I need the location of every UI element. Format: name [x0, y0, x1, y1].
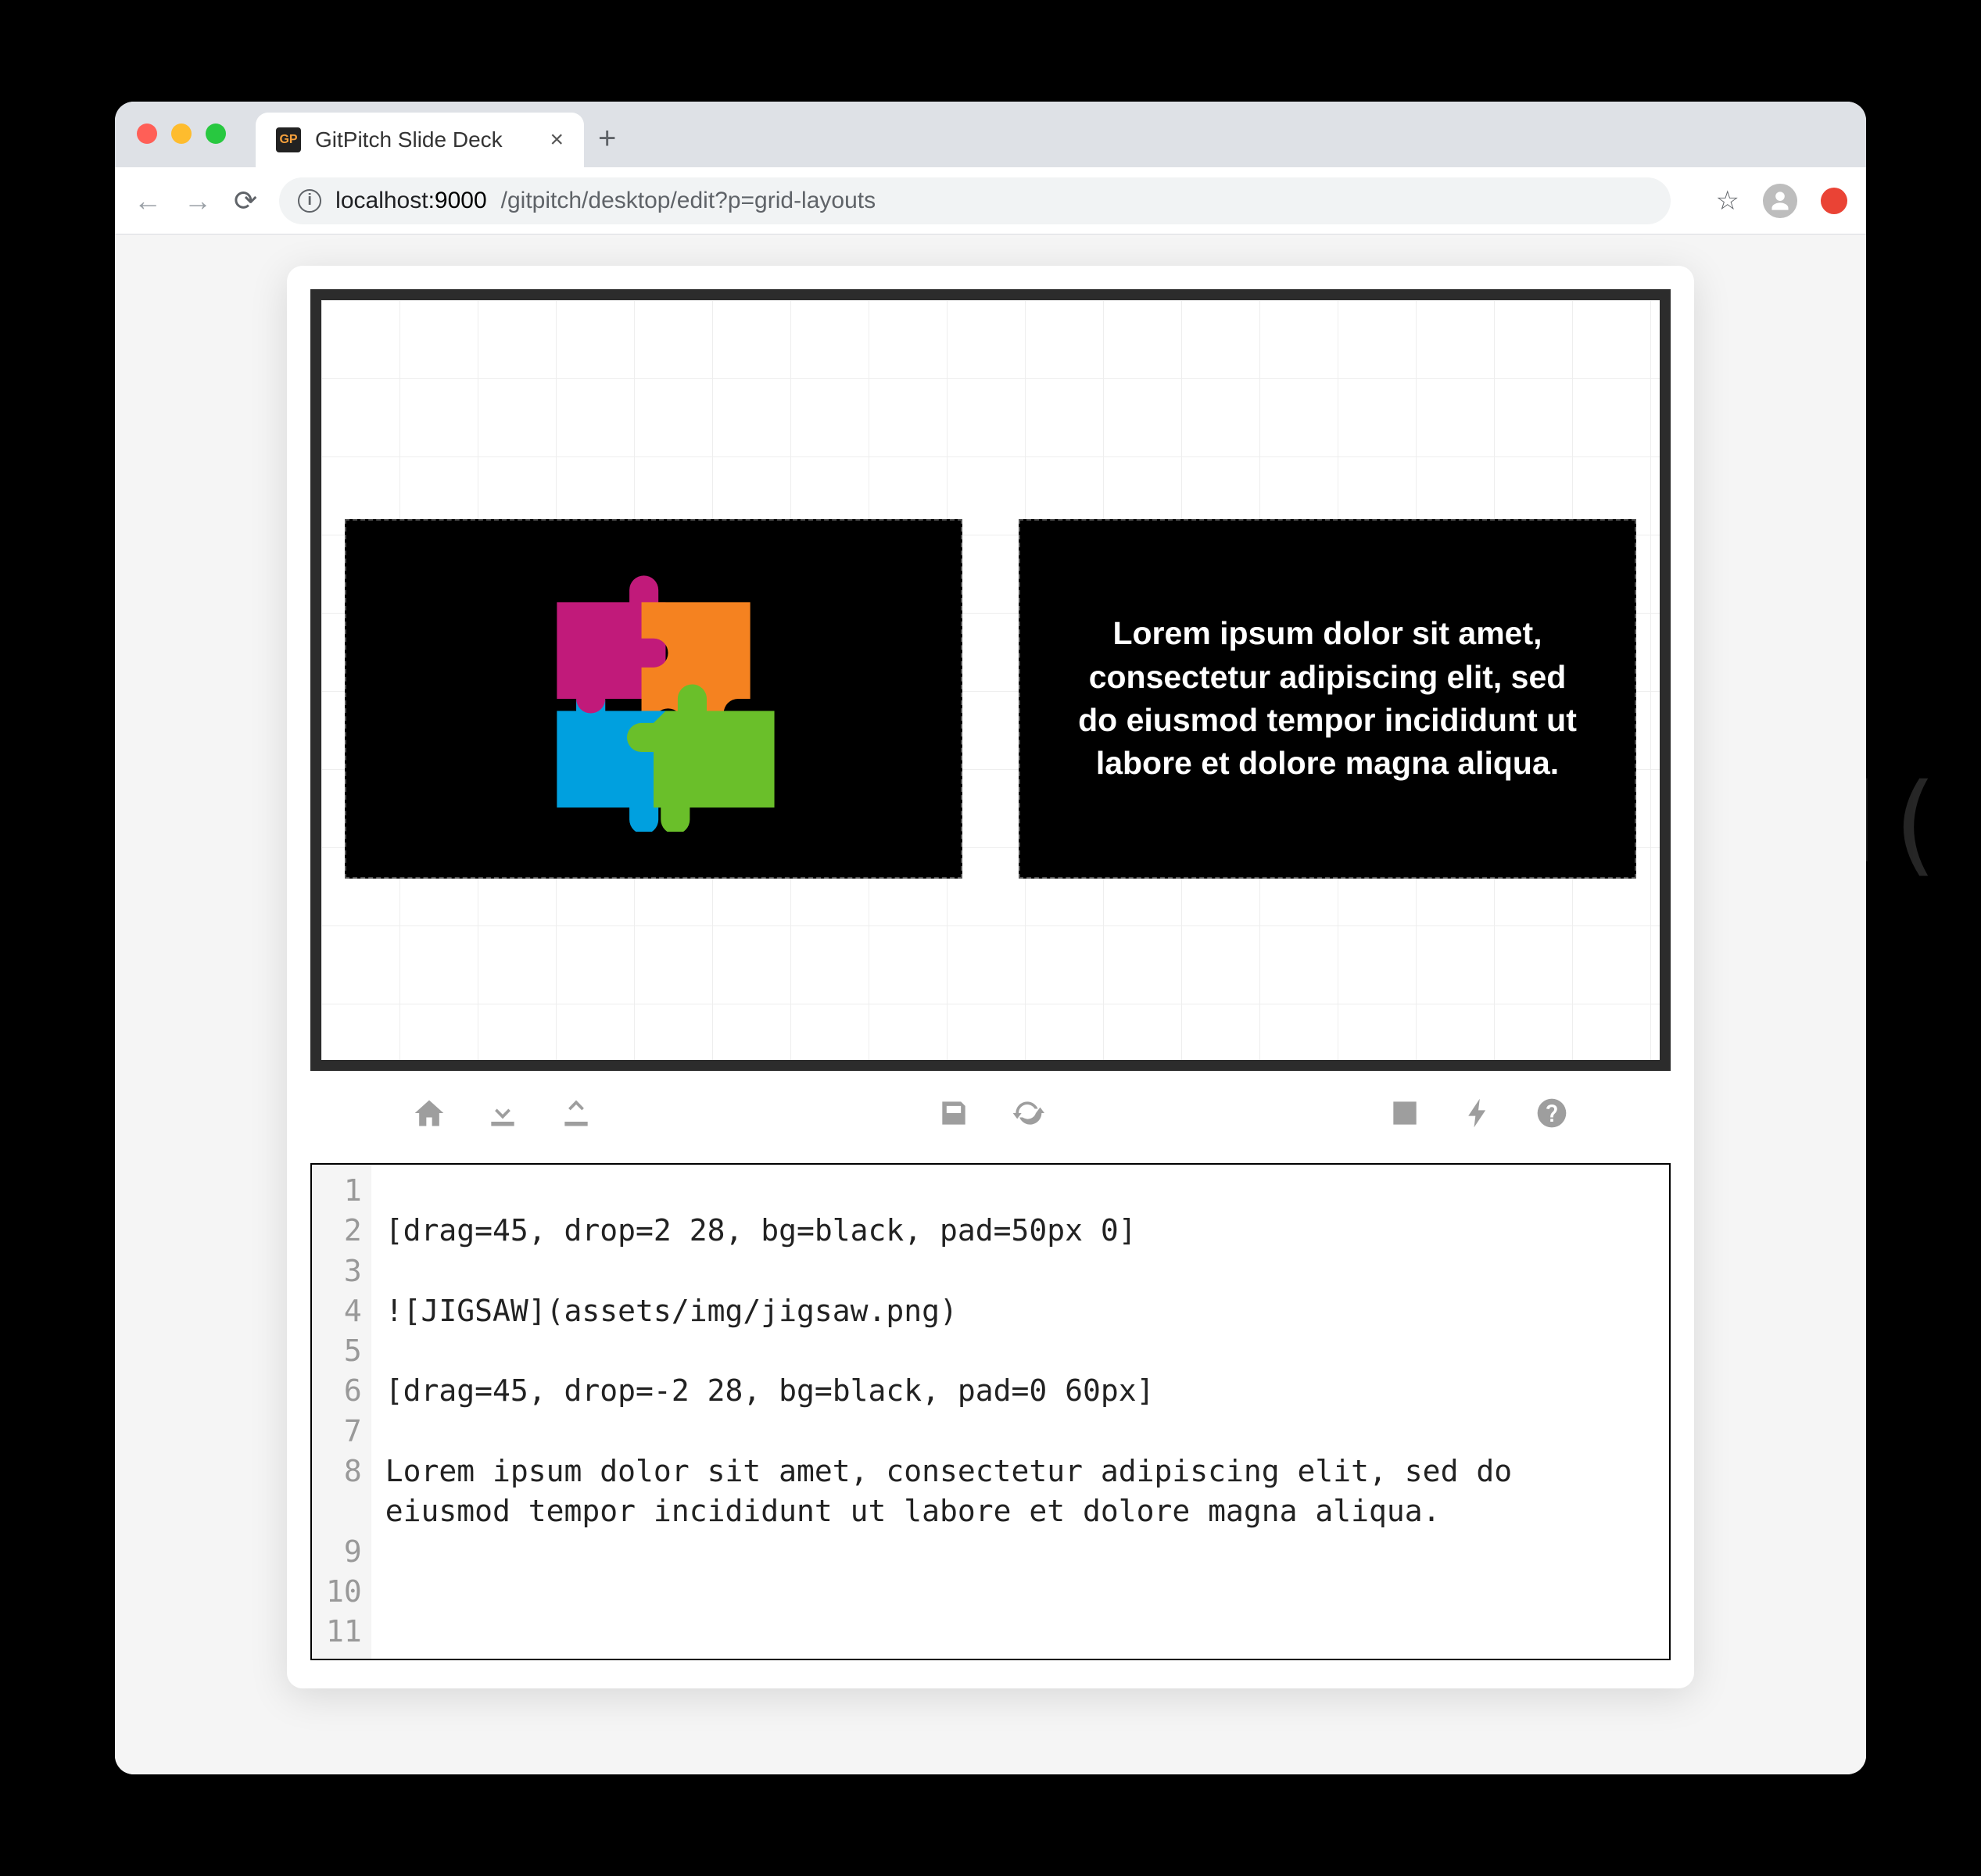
window-minimize-button[interactable] — [171, 124, 192, 144]
code-editor[interactable]: 1 2 3 4 5 6 7 8 9 10 11 [drag=45, drop=2… — [310, 1163, 1671, 1660]
page-content: Lorem ipsum dolor sit amet, consectetur … — [115, 234, 1866, 1774]
editor-card: Lorem ipsum dolor sit amet, consectetur … — [287, 266, 1694, 1688]
address-bar: ← → ⟳ i localhost:9000 /gitpitch/desktop… — [115, 167, 1866, 234]
window-controls — [137, 124, 226, 144]
tab-title: GitPitch Slide Deck — [315, 127, 503, 152]
jigsaw-icon — [521, 566, 786, 832]
new-tab-button[interactable]: + — [598, 121, 616, 167]
bookmark-icon[interactable]: ☆ — [1716, 185, 1739, 217]
url-path: /gitpitch/desktop/edit?p=grid-layouts — [501, 188, 876, 214]
profile-avatar[interactable] — [1763, 184, 1797, 218]
browser-window: GP GitPitch Slide Deck × + ← → ⟳ i local… — [115, 102, 1866, 1774]
slide-block-left — [345, 519, 962, 879]
editor-toolbar — [310, 1090, 1671, 1144]
code-content[interactable]: [drag=45, drop=2 28, bg=black, pad=50px … — [371, 1165, 1669, 1659]
back-icon[interactable]: ← — [134, 184, 162, 217]
window-close-button[interactable] — [137, 124, 157, 144]
extension-badge-icon[interactable] — [1821, 188, 1847, 214]
window-maximize-button[interactable] — [206, 124, 226, 144]
tab-close-icon[interactable]: × — [550, 127, 564, 153]
upload-icon[interactable] — [559, 1096, 593, 1139]
url-input[interactable]: i localhost:9000 /gitpitch/desktop/edit?… — [279, 177, 1670, 224]
tab-favicon: GP — [276, 127, 301, 152]
forward-icon[interactable]: → — [184, 184, 212, 217]
address-right-icons: ☆ — [1693, 184, 1847, 218]
site-info-icon[interactable]: i — [298, 189, 321, 213]
browser-tab[interactable]: GP GitPitch Slide Deck × — [256, 113, 584, 167]
tab-bar: GP GitPitch Slide Deck × + — [115, 102, 1866, 167]
bolt-icon[interactable] — [1461, 1096, 1496, 1139]
slide-text: Lorem ipsum dolor sit amet, consectetur … — [1075, 612, 1580, 785]
help-icon[interactable] — [1535, 1096, 1569, 1139]
url-host: localhost:9000 — [335, 188, 486, 214]
slide-block-right: Lorem ipsum dolor sit amet, consectetur … — [1019, 519, 1636, 879]
home-icon[interactable] — [412, 1096, 446, 1139]
download-icon[interactable] — [485, 1096, 520, 1139]
slide-preview: Lorem ipsum dolor sit amet, consectetur … — [310, 289, 1671, 1071]
line-number-gutter: 1 2 3 4 5 6 7 8 9 10 11 — [312, 1165, 371, 1659]
image-icon[interactable] — [1388, 1096, 1422, 1139]
refresh-icon[interactable] — [1010, 1096, 1044, 1139]
save-icon[interactable] — [937, 1096, 971, 1139]
reload-icon[interactable]: ⟳ — [234, 184, 257, 217]
